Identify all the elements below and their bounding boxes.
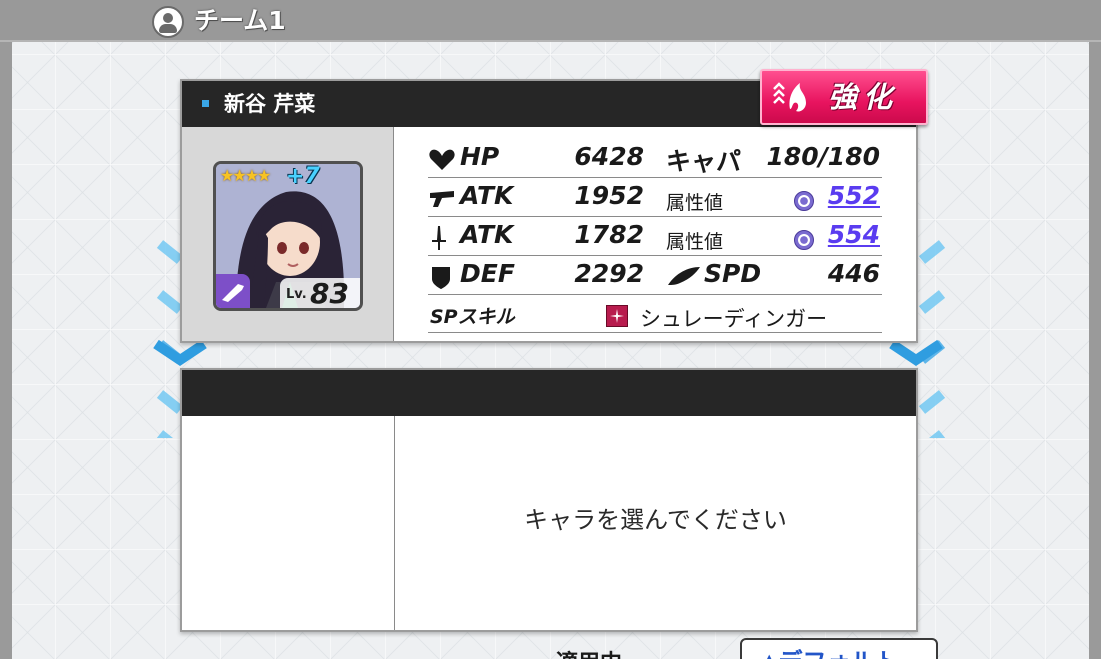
blade-attr-value: 554 [827, 220, 880, 249]
character-panel[interactable]: 新谷 芹菜 強化 ★★★★ +7 Lv. 83 HP 6428 キャパ 180/… [180, 69, 928, 343]
right-frame [1089, 0, 1101, 659]
left-frame [0, 0, 12, 659]
def-label: DEF [460, 259, 515, 288]
attribute-icon [794, 230, 814, 250]
character-name: 新谷 芹菜 [224, 92, 316, 116]
capa-value: 180/180 [766, 142, 880, 171]
plus-level: +7 [286, 164, 320, 189]
stat-row-blade-atk: ATK 1782 属性値 554 [428, 217, 882, 256]
def-value: 2292 [574, 259, 644, 288]
gun-atk-label: ATK [460, 181, 514, 210]
attribute-icon [794, 191, 814, 211]
team-title: チーム1 [194, 6, 286, 35]
wing-icon [668, 267, 700, 285]
gun-attr-label: 属性値 [666, 192, 724, 214]
gun-attr-value: 552 [827, 181, 880, 210]
enhance-up-icon [773, 82, 806, 112]
stats-table: HP 6428 キャパ 180/180 ATK 1952 属性値 552 ATK… [428, 139, 882, 333]
character-portrait[interactable]: ★★★★ +7 Lv. 83 [213, 161, 363, 311]
stat-row-sp-skill[interactable]: SPスキル シュレーディンガー [428, 295, 882, 333]
default-button[interactable]: ▲デフォルト [740, 638, 938, 659]
stat-row-gun-atk: ATK 1952 属性値 552 [428, 178, 882, 217]
sword-icon [432, 226, 446, 250]
select-character-message: キャラを選んでください [524, 506, 787, 534]
level-prefix: Lv. [286, 287, 307, 302]
stat-row-def: DEF 2292 SPD 446 [428, 256, 882, 295]
applied-label: 適用中 [556, 645, 622, 659]
gun-icon [430, 191, 454, 207]
level-value: 83 [310, 277, 349, 310]
sp-skill-name: シュレーディンガー [640, 307, 828, 331]
empty-slot-panel[interactable]: キャラを選んでください [180, 368, 918, 632]
hp-value: 6428 [574, 142, 644, 171]
team-icon [152, 6, 184, 38]
heart-icon [429, 149, 455, 170]
sp-skill-icon [606, 305, 628, 327]
sp-skill-label: SPスキル [430, 306, 515, 328]
blade-attr-label: 属性値 [666, 231, 724, 253]
hp-label: HP [460, 142, 500, 171]
header-bullet-icon [202, 100, 209, 107]
enhance-button[interactable]: 強化 [760, 69, 928, 125]
blade-atk-label: ATK [460, 220, 514, 249]
level-box: Lv. 83 [280, 277, 360, 310]
rarity-stars: ★★★★ [220, 166, 271, 185]
enhance-label: 強化 [828, 80, 899, 114]
spd-label: SPD [704, 259, 762, 288]
stat-row-hp: HP 6428 キャパ 180/180 [428, 139, 882, 178]
weapon-type-icon [216, 274, 250, 308]
empty-slot-header [182, 370, 916, 416]
default-button-label: ▲デフォルト [760, 642, 898, 659]
shield-icon [432, 267, 450, 289]
gun-atk-value: 1952 [574, 181, 644, 210]
top-header: チーム1 [0, 0, 1101, 42]
blade-atk-value: 1782 [574, 220, 644, 249]
spd-value: 446 [827, 259, 880, 288]
capa-label: キャパ [666, 147, 742, 176]
portrait-area: ★★★★ +7 Lv. 83 [182, 127, 394, 341]
